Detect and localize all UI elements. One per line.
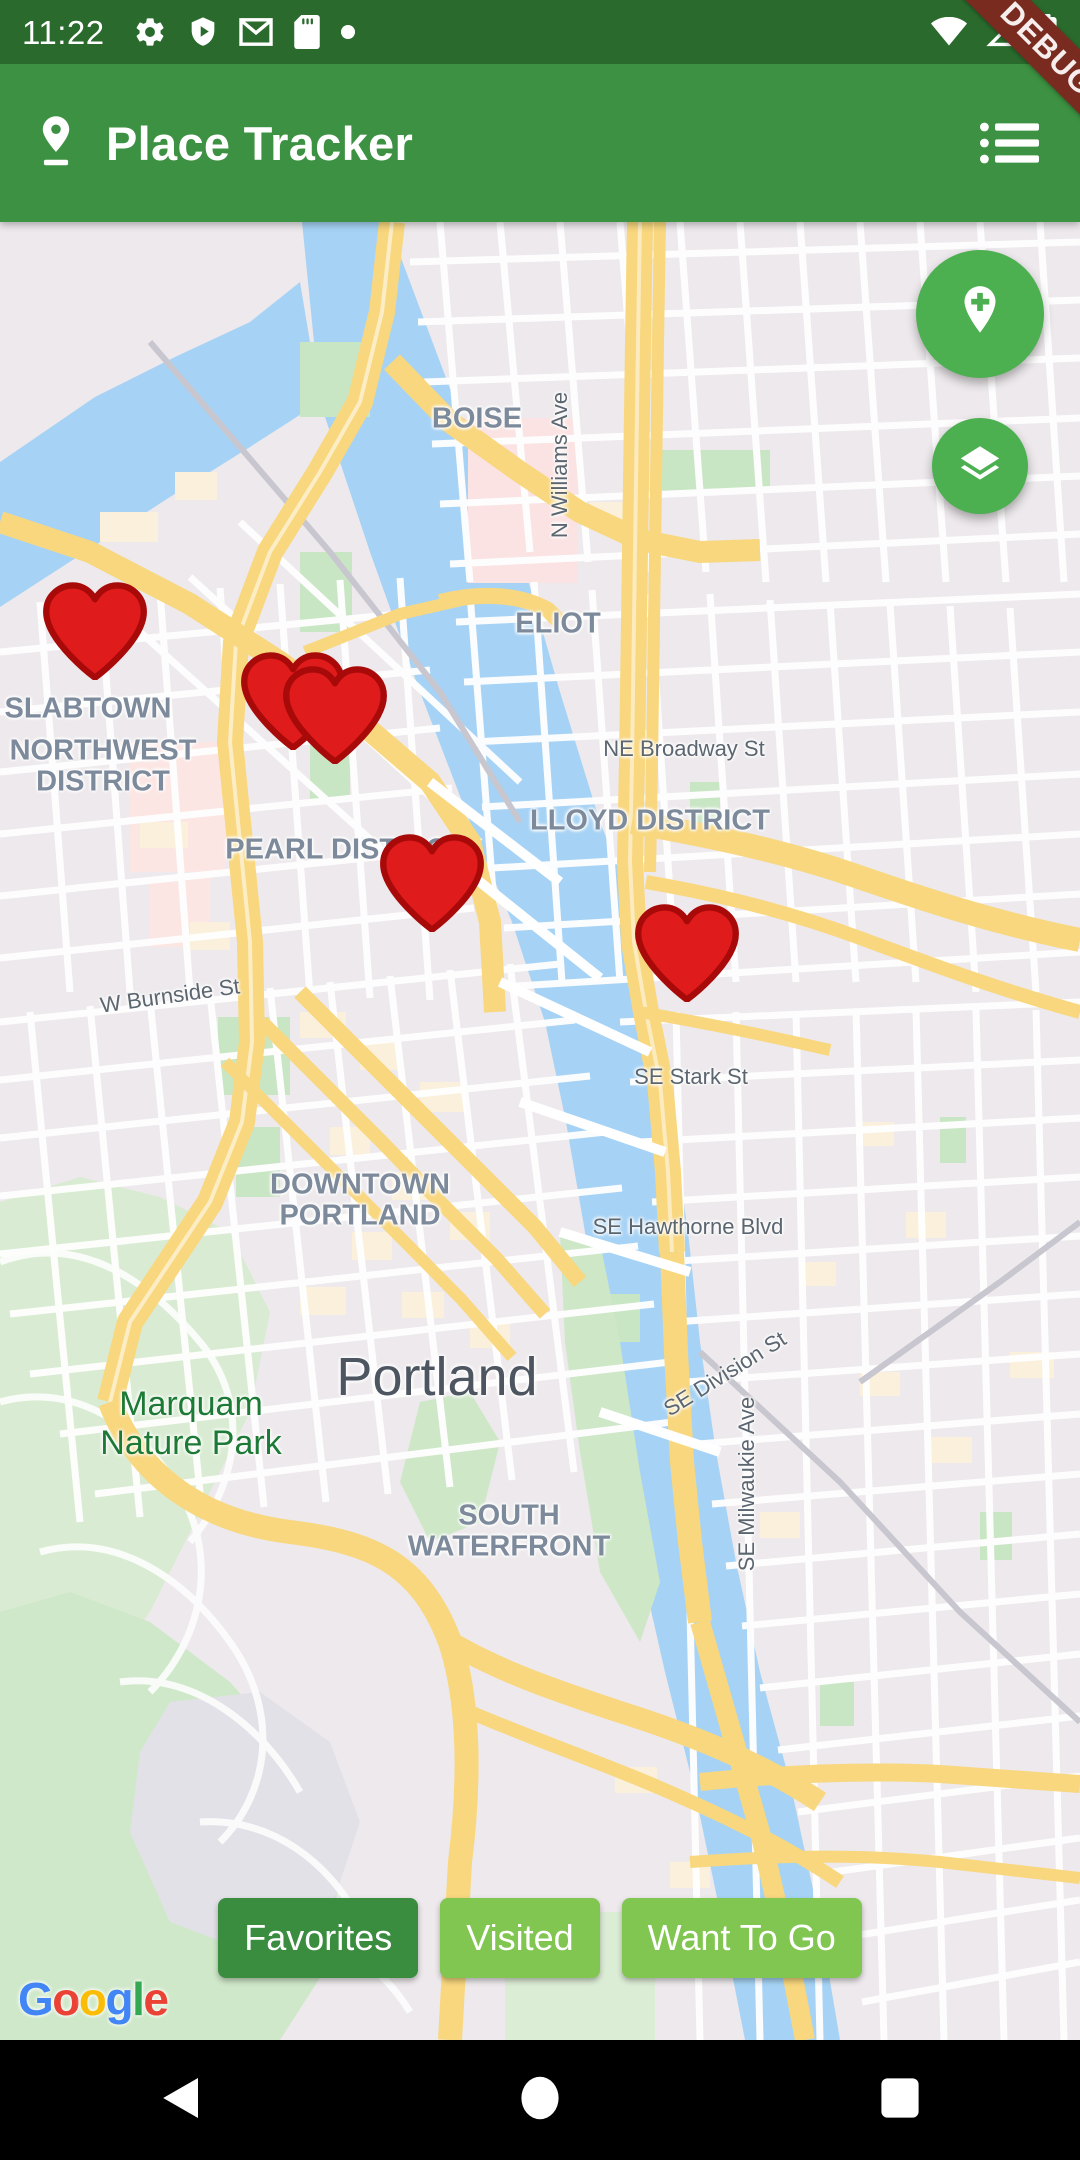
status-system-icons xyxy=(930,14,1058,50)
gear-icon xyxy=(133,15,167,49)
heart-marker-3[interactable] xyxy=(282,666,388,769)
heart-marker-5[interactable] xyxy=(634,904,740,1007)
android-navigation-bar xyxy=(0,2040,1080,2160)
status-bar: 11:22 xyxy=(0,0,1080,64)
triangle-back-icon xyxy=(160,2076,200,2125)
google-logo-letter-g2: g xyxy=(105,1973,134,2025)
filter-button-row: Favorites Visited Want To Go xyxy=(0,1898,1080,1978)
pin-plus-icon xyxy=(949,281,1011,348)
wifi-icon xyxy=(930,17,968,47)
google-logo-letter-o1: o xyxy=(52,1973,80,2025)
map-view[interactable]: BOISE ELIOT SLABTOWN NORTHWEST DISTRICT … xyxy=(0,222,1080,2040)
home-button[interactable] xyxy=(360,2075,720,2126)
google-logo-letter-g1: G xyxy=(18,1973,54,2025)
gmail-icon xyxy=(238,17,273,47)
filter-visited-button[interactable]: Visited xyxy=(440,1898,600,1978)
google-attribution-logo: Google xyxy=(18,1973,169,2025)
filter-favorites-button[interactable]: Favorites xyxy=(218,1898,419,1978)
recents-button[interactable] xyxy=(720,2076,1080,2125)
list-menu-icon[interactable] xyxy=(974,107,1046,179)
google-logo-letter-e: e xyxy=(143,1973,169,2025)
status-clock: 11:22 xyxy=(22,13,105,51)
heart-marker-4[interactable] xyxy=(379,834,485,937)
map-layers-fab[interactable] xyxy=(932,418,1028,514)
status-notification-icons xyxy=(133,15,355,49)
place-pin-icon xyxy=(34,112,78,175)
map-basemap xyxy=(0,222,1080,2040)
google-logo-letter-o2: o xyxy=(78,1973,107,2025)
back-button[interactable] xyxy=(0,2076,360,2125)
circle-home-icon xyxy=(519,2075,561,2126)
layers-icon xyxy=(955,439,1005,494)
square-recents-icon xyxy=(879,2076,921,2125)
phone-screen: BOISE ELIOT SLABTOWN NORTHWEST DISTRICT … xyxy=(0,0,1080,2160)
app-bar: Place Tracker xyxy=(0,64,1080,222)
dot-icon xyxy=(340,25,355,39)
sdcard-icon xyxy=(293,15,321,49)
heart-marker-1[interactable] xyxy=(42,582,148,685)
shield-play-icon xyxy=(187,15,219,49)
page-title: Place Tracker xyxy=(106,116,414,170)
add-place-fab[interactable] xyxy=(916,250,1044,378)
battery-icon xyxy=(1036,14,1058,50)
filter-want-to-go-button[interactable]: Want To Go xyxy=(621,1898,862,1978)
google-logo-letter-l: l xyxy=(132,1973,145,2025)
signal-off-icon xyxy=(984,17,1020,47)
